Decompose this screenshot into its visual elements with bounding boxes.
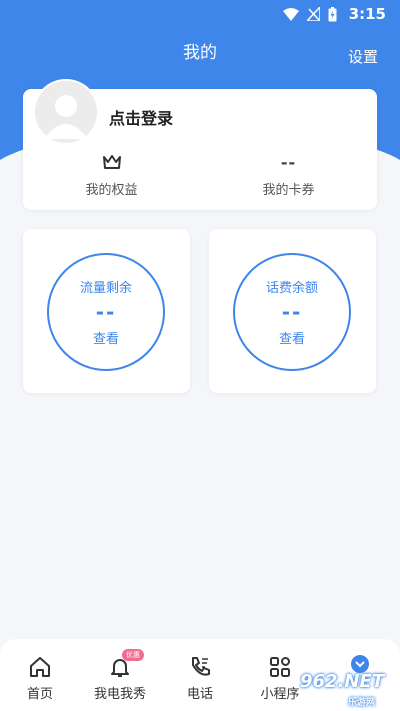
- stat-title: 流量剩余: [79, 281, 132, 296]
- tab-show[interactable]: 优惠 我电我秀: [80, 639, 160, 711]
- avatar[interactable]: [35, 81, 97, 143]
- battery-icon: [328, 6, 337, 22]
- settings-button[interactable]: 设置: [348, 46, 378, 67]
- tab-home[interactable]: 首页: [0, 639, 80, 711]
- stat-title: 话费余额: [265, 281, 318, 296]
- bottom-tab-bar: 首页 优惠 我电我秀 电话 小程序: [0, 639, 400, 711]
- default-avatar-icon: [44, 95, 88, 139]
- coupon-value: --: [280, 152, 297, 172]
- coupon-label: 我的卡券: [262, 183, 315, 198]
- data-balance-ring: 流量剩余 -- 查看: [47, 253, 165, 371]
- status-time: 3:15: [348, 5, 386, 23]
- tab-phone[interactable]: 电话: [160, 639, 240, 711]
- tab-label: 电话: [186, 687, 213, 702]
- phone-balance-ring: 话费余额 -- 查看: [233, 253, 351, 371]
- phone-icon: [192, 657, 210, 676]
- stat-value: --: [281, 300, 303, 324]
- stat-value: --: [95, 300, 117, 324]
- tab-me[interactable]: [320, 639, 400, 711]
- benefit-label: 我的权益: [85, 183, 138, 198]
- signal-icon: [306, 7, 320, 21]
- chevron-down-icon: [351, 655, 369, 673]
- my-benefits[interactable]: 我的权益: [23, 151, 200, 198]
- profile-card: 点击登录 我的权益 -- 我的卡券: [23, 81, 377, 210]
- data-balance-card[interactable]: 流量剩余 -- 查看: [23, 229, 190, 393]
- phone-balance-card[interactable]: 话费余额 -- 查看: [209, 229, 376, 393]
- tab-label: 我电我秀: [93, 687, 146, 702]
- wifi-icon: [282, 7, 299, 21]
- page-title: 我的: [183, 43, 217, 63]
- promo-badge: 优惠: [122, 649, 144, 661]
- crown-icon: [102, 155, 121, 169]
- home-icon: [30, 657, 50, 677]
- login-link[interactable]: 点击登录: [109, 105, 173, 129]
- tab-label: 首页: [26, 687, 53, 702]
- status-bar: 3:15: [0, 0, 400, 28]
- view-button[interactable]: 查看: [93, 328, 119, 347]
- tab-mini-programs[interactable]: 小程序: [240, 639, 320, 711]
- my-coupons[interactable]: -- 我的卡券: [200, 151, 377, 199]
- grid-icon: [270, 657, 290, 677]
- tab-label: 小程序: [260, 687, 300, 702]
- view-button[interactable]: 查看: [279, 328, 305, 347]
